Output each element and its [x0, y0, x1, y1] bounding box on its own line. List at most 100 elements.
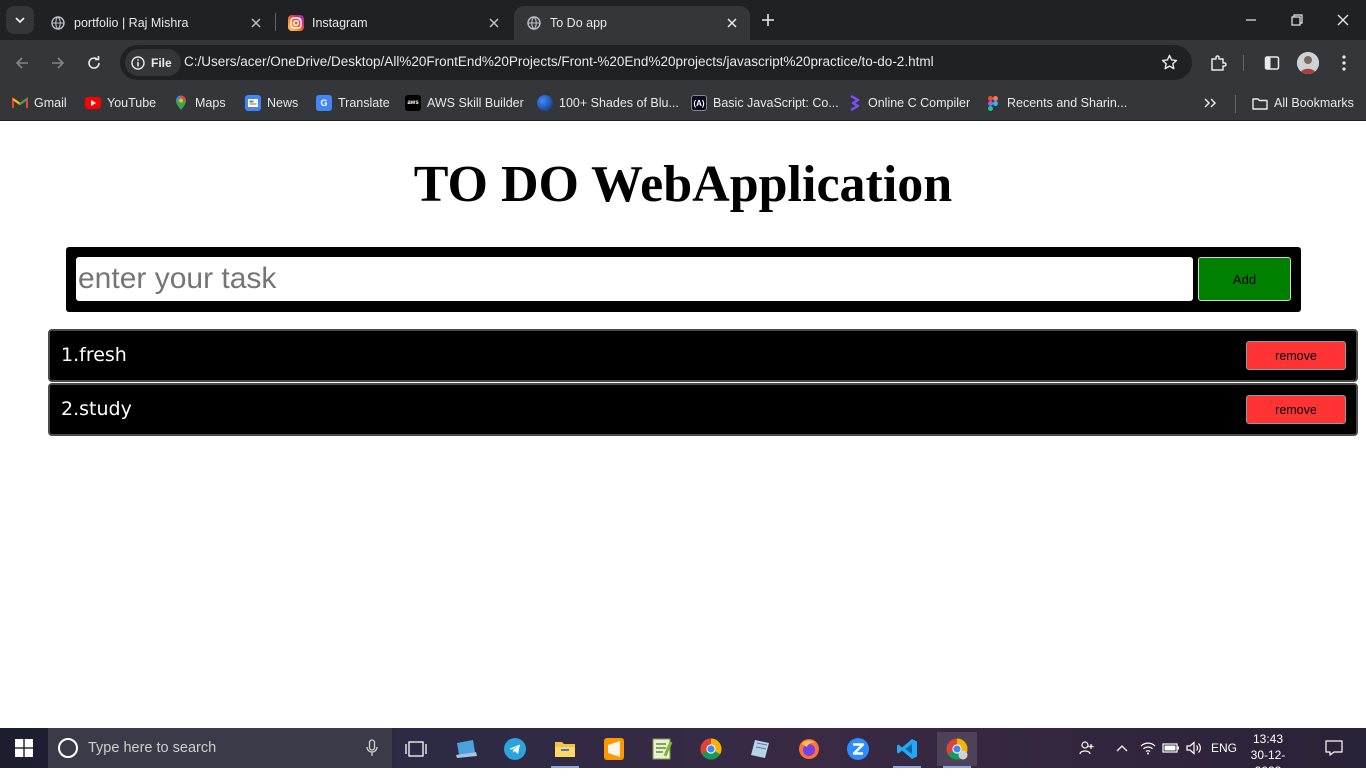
bookmarks-bar: Gmail YouTube Maps News G Translate aws … [0, 86, 1366, 121]
clock-date: 30-12-2023 [1250, 748, 1286, 778]
bookmark-translate[interactable]: G Translate [316, 93, 390, 113]
bookmark-label: Gmail [34, 96, 67, 110]
show-hidden-icons-chevron-up-icon[interactable] [1112, 728, 1132, 768]
arrow-right-icon [52, 57, 65, 69]
tab-strip: portfolio | Raj Mishra Instagram To Do a… [0, 0, 1366, 40]
bookmark-figma[interactable]: Recents and Sharin... [985, 93, 1127, 113]
profile-avatar[interactable] [1297, 52, 1319, 74]
figma-icon [985, 95, 1001, 111]
side-panel-icon[interactable] [1261, 52, 1283, 74]
taskbar-search-placeholder: Type here to search [88, 740, 217, 756]
reload-button[interactable] [80, 49, 108, 77]
tab-portfolio[interactable]: portfolio | Raj Mishra [38, 6, 274, 40]
bookmark-online-c-compiler[interactable]: Online C Compiler [846, 93, 970, 113]
all-bookmarks-label: All Bookmarks [1274, 96, 1354, 110]
notes-app-icon[interactable] [740, 732, 780, 766]
chevron-down-icon [15, 17, 25, 24]
bookmark-label: Recents and Sharin... [1007, 96, 1128, 110]
language-indicator[interactable]: ENG [1207, 728, 1241, 768]
task-item: 2.study remove [48, 383, 1358, 436]
close-icon[interactable] [248, 15, 264, 31]
instagram-icon [288, 15, 304, 31]
task-view-icon[interactable] [396, 732, 436, 766]
cortana-icon [58, 738, 78, 758]
compiler-icon [846, 95, 862, 111]
address-bar[interactable]: File C:/Users/acer/OneDrive/Desktop/All%… [120, 45, 1192, 80]
notepad-plus-plus-icon[interactable] [642, 732, 682, 766]
file-explorer-icon[interactable] [545, 732, 585, 768]
globe-icon [50, 15, 66, 31]
menu-kebab-icon[interactable] [1333, 52, 1355, 74]
tab-title: Instagram [312, 16, 368, 30]
remove-button[interactable]: remove [1246, 341, 1346, 370]
bookmark-news[interactable]: News [245, 93, 298, 113]
bookmark-star-icon[interactable] [1161, 54, 1178, 76]
bookmark-label: Maps [195, 96, 226, 110]
chrome-icon[interactable] [691, 732, 731, 766]
bookmark-label: Basic JavaScript: Co... [713, 96, 839, 110]
people-icon[interactable] [1074, 728, 1100, 768]
new-tab-button[interactable] [756, 8, 780, 32]
taskbar-clock[interactable]: 13:43 30-12-2023 [1244, 731, 1292, 779]
news-icon [245, 95, 261, 111]
freecodecamp-icon: (A) [691, 95, 707, 111]
translate-icon: G [316, 95, 332, 111]
remove-button[interactable]: remove [1246, 395, 1346, 424]
windows-logo-icon [15, 739, 33, 757]
plus-icon [762, 14, 774, 26]
task-input[interactable] [76, 257, 1193, 301]
start-button[interactable] [0, 728, 48, 768]
bookmark-freecodecamp[interactable]: (A) Basic JavaScript: Co... [691, 93, 839, 113]
bookmark-gmail[interactable]: Gmail [12, 93, 67, 113]
microphone-icon[interactable] [366, 739, 378, 762]
bookmark-youtube[interactable]: YouTube [85, 93, 156, 113]
bookmark-label: News [267, 96, 299, 110]
notifications-icon[interactable] [1320, 728, 1348, 768]
bookmark-label: Translate [338, 96, 390, 110]
battery-icon[interactable] [1160, 728, 1182, 768]
forward-button[interactable] [44, 49, 72, 77]
telegram-icon[interactable] [495, 732, 535, 766]
maps-icon [173, 95, 189, 111]
sublime-text-icon[interactable] [594, 732, 634, 766]
this-pc-icon[interactable] [446, 732, 486, 766]
close-icon[interactable] [486, 15, 502, 31]
close-icon[interactable] [724, 15, 740, 31]
tab-title: To Do app [550, 16, 607, 30]
zoom-icon[interactable] [838, 732, 878, 766]
bookmark-shades-of-blue[interactable]: 100+ Shades of Blu... [537, 93, 679, 113]
reload-icon [88, 56, 100, 69]
clock-time: 13:43 [1252, 732, 1284, 746]
all-bookmarks-button[interactable]: All Bookmarks [1252, 93, 1354, 113]
back-button[interactable] [8, 49, 36, 77]
wifi-icon[interactable] [1138, 728, 1158, 768]
extensions-icon[interactable] [1207, 52, 1229, 74]
bookmark-label: AWS Skill Builder [427, 96, 524, 110]
tab-instagram[interactable]: Instagram [276, 6, 512, 40]
minimize-icon [1246, 19, 1256, 21]
taskbar-search[interactable]: Type here to search [48, 728, 392, 768]
bookmark-maps[interactable]: Maps [173, 93, 226, 113]
site-info-chip[interactable]: File [125, 49, 181, 76]
bookmark-aws[interactable]: aws AWS Skill Builder [405, 93, 524, 113]
gmail-icon [12, 95, 28, 111]
tab-todo-app[interactable]: To Do app [514, 6, 750, 40]
bookmark-label: YouTube [107, 96, 157, 110]
add-button[interactable]: Add [1198, 257, 1291, 301]
bookmarks-overflow-button[interactable] [1203, 93, 1217, 113]
file-chip-label: File [151, 55, 172, 70]
chrome-active-icon[interactable] [937, 732, 977, 768]
restore-button[interactable] [1274, 0, 1320, 40]
tab-search-button[interactable] [6, 6, 34, 34]
task-text: 1.fresh [61, 344, 127, 366]
page-title: TO DO WebApplication [413, 156, 953, 213]
close-window-button[interactable] [1320, 0, 1366, 40]
close-icon [1337, 14, 1349, 26]
vscode-icon[interactable] [887, 732, 927, 768]
volume-icon[interactable] [1184, 728, 1204, 768]
arrow-left-icon [15, 57, 28, 69]
firefox-icon[interactable] [789, 732, 829, 766]
minimize-button[interactable] [1228, 0, 1274, 40]
bookmarks-divider [1235, 95, 1236, 113]
folder-icon [1252, 95, 1268, 111]
